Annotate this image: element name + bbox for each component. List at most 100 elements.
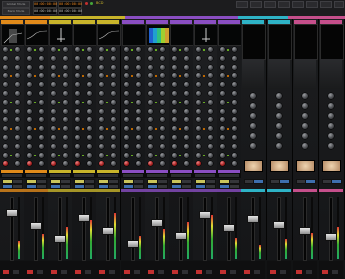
knob[interactable] bbox=[220, 135, 225, 140]
knob[interactable] bbox=[232, 117, 237, 123]
record-arm-button[interactable] bbox=[172, 270, 178, 274]
knob[interactable] bbox=[15, 161, 20, 167]
fader-cap[interactable] bbox=[6, 209, 18, 217]
knob[interactable] bbox=[328, 113, 334, 119]
knob[interactable] bbox=[75, 91, 80, 96]
knob[interactable] bbox=[27, 82, 32, 88]
knob[interactable] bbox=[111, 152, 116, 158]
top-button-1[interactable] bbox=[236, 1, 248, 8]
knob[interactable] bbox=[124, 82, 129, 88]
knob[interactable] bbox=[51, 143, 56, 149]
knob[interactable] bbox=[27, 73, 32, 79]
knob[interactable] bbox=[63, 47, 68, 52]
knob[interactable] bbox=[63, 99, 68, 105]
knob[interactable] bbox=[148, 91, 153, 96]
knob[interactable] bbox=[87, 143, 92, 149]
knob[interactable] bbox=[27, 99, 32, 105]
knob[interactable] bbox=[111, 117, 116, 123]
knob[interactable] bbox=[39, 117, 44, 123]
knob[interactable] bbox=[136, 47, 141, 52]
knob[interactable] bbox=[196, 108, 201, 114]
dynamics-display[interactable] bbox=[122, 24, 146, 46]
fx-record-button[interactable] bbox=[296, 270, 302, 274]
input-button[interactable] bbox=[37, 270, 43, 274]
knob[interactable] bbox=[220, 91, 225, 96]
knob[interactable] bbox=[196, 143, 201, 149]
input-button[interactable] bbox=[230, 270, 236, 274]
knob[interactable] bbox=[328, 93, 334, 99]
knob[interactable] bbox=[39, 82, 44, 88]
knob[interactable] bbox=[124, 143, 129, 149]
knob[interactable] bbox=[196, 73, 201, 79]
input-button[interactable] bbox=[13, 270, 19, 274]
knob[interactable] bbox=[160, 117, 165, 123]
dynamics-display[interactable] bbox=[97, 24, 121, 46]
knob[interactable] bbox=[232, 108, 237, 114]
knob[interactable] bbox=[39, 55, 44, 61]
knob[interactable] bbox=[172, 64, 177, 70]
knob[interactable] bbox=[51, 73, 56, 79]
knob[interactable] bbox=[196, 91, 201, 96]
scribble-button[interactable] bbox=[26, 174, 46, 177]
knob[interactable] bbox=[160, 161, 165, 167]
knob[interactable] bbox=[87, 64, 92, 70]
top-button-5[interactable] bbox=[292, 1, 304, 8]
knob[interactable] bbox=[184, 64, 189, 70]
input-button[interactable] bbox=[182, 270, 188, 274]
knob[interactable] bbox=[232, 47, 237, 52]
knob[interactable] bbox=[63, 82, 68, 88]
knob[interactable] bbox=[136, 64, 141, 70]
knob[interactable] bbox=[148, 135, 153, 140]
knob[interactable] bbox=[39, 135, 44, 140]
knob[interactable] bbox=[39, 126, 44, 132]
knob[interactable] bbox=[75, 135, 80, 140]
fx-select-button[interactable] bbox=[305, 179, 316, 184]
knob[interactable] bbox=[51, 152, 56, 158]
knob[interactable] bbox=[51, 55, 56, 61]
knob[interactable] bbox=[232, 161, 237, 167]
knob[interactable] bbox=[15, 135, 20, 140]
scribble-button[interactable] bbox=[2, 174, 22, 177]
knob[interactable] bbox=[136, 126, 141, 132]
knob[interactable] bbox=[136, 143, 141, 149]
fx-select-button[interactable] bbox=[331, 179, 342, 184]
knob[interactable] bbox=[124, 152, 129, 158]
top-button-2[interactable] bbox=[250, 1, 262, 8]
knob[interactable] bbox=[75, 161, 80, 167]
mode-button-b[interactable]: Bank Mode bbox=[2, 8, 30, 15]
fx-curve-area[interactable] bbox=[294, 59, 316, 89]
top-button-8[interactable] bbox=[334, 1, 344, 8]
knob[interactable] bbox=[148, 108, 153, 114]
knob[interactable] bbox=[232, 91, 237, 96]
knob[interactable] bbox=[124, 99, 129, 105]
knob[interactable] bbox=[232, 73, 237, 79]
knob[interactable] bbox=[148, 161, 153, 167]
knob[interactable] bbox=[220, 126, 225, 132]
knob[interactable] bbox=[63, 55, 68, 61]
knob[interactable] bbox=[220, 117, 225, 123]
knob[interactable] bbox=[136, 135, 141, 140]
knob[interactable] bbox=[328, 123, 334, 129]
knob[interactable] bbox=[63, 117, 68, 123]
fader-cap[interactable] bbox=[102, 227, 114, 235]
knob[interactable] bbox=[250, 143, 256, 149]
knob[interactable] bbox=[15, 99, 20, 105]
knob[interactable] bbox=[51, 161, 56, 167]
knob[interactable] bbox=[87, 47, 92, 52]
knob[interactable] bbox=[111, 108, 116, 114]
knob[interactable] bbox=[63, 108, 68, 114]
knob[interactable] bbox=[184, 108, 189, 114]
fx-input-button[interactable] bbox=[332, 270, 338, 274]
knob[interactable] bbox=[15, 73, 20, 79]
fader-cap[interactable] bbox=[273, 221, 285, 229]
knob[interactable] bbox=[124, 91, 129, 96]
input-button[interactable] bbox=[158, 270, 164, 274]
knob[interactable] bbox=[99, 152, 104, 158]
knob[interactable] bbox=[136, 108, 141, 114]
knob[interactable] bbox=[160, 47, 165, 52]
knob[interactable] bbox=[51, 47, 56, 52]
dynamics-display[interactable] bbox=[146, 24, 170, 46]
knob[interactable] bbox=[160, 135, 165, 140]
knob[interactable] bbox=[208, 143, 213, 149]
knob[interactable] bbox=[250, 93, 256, 99]
